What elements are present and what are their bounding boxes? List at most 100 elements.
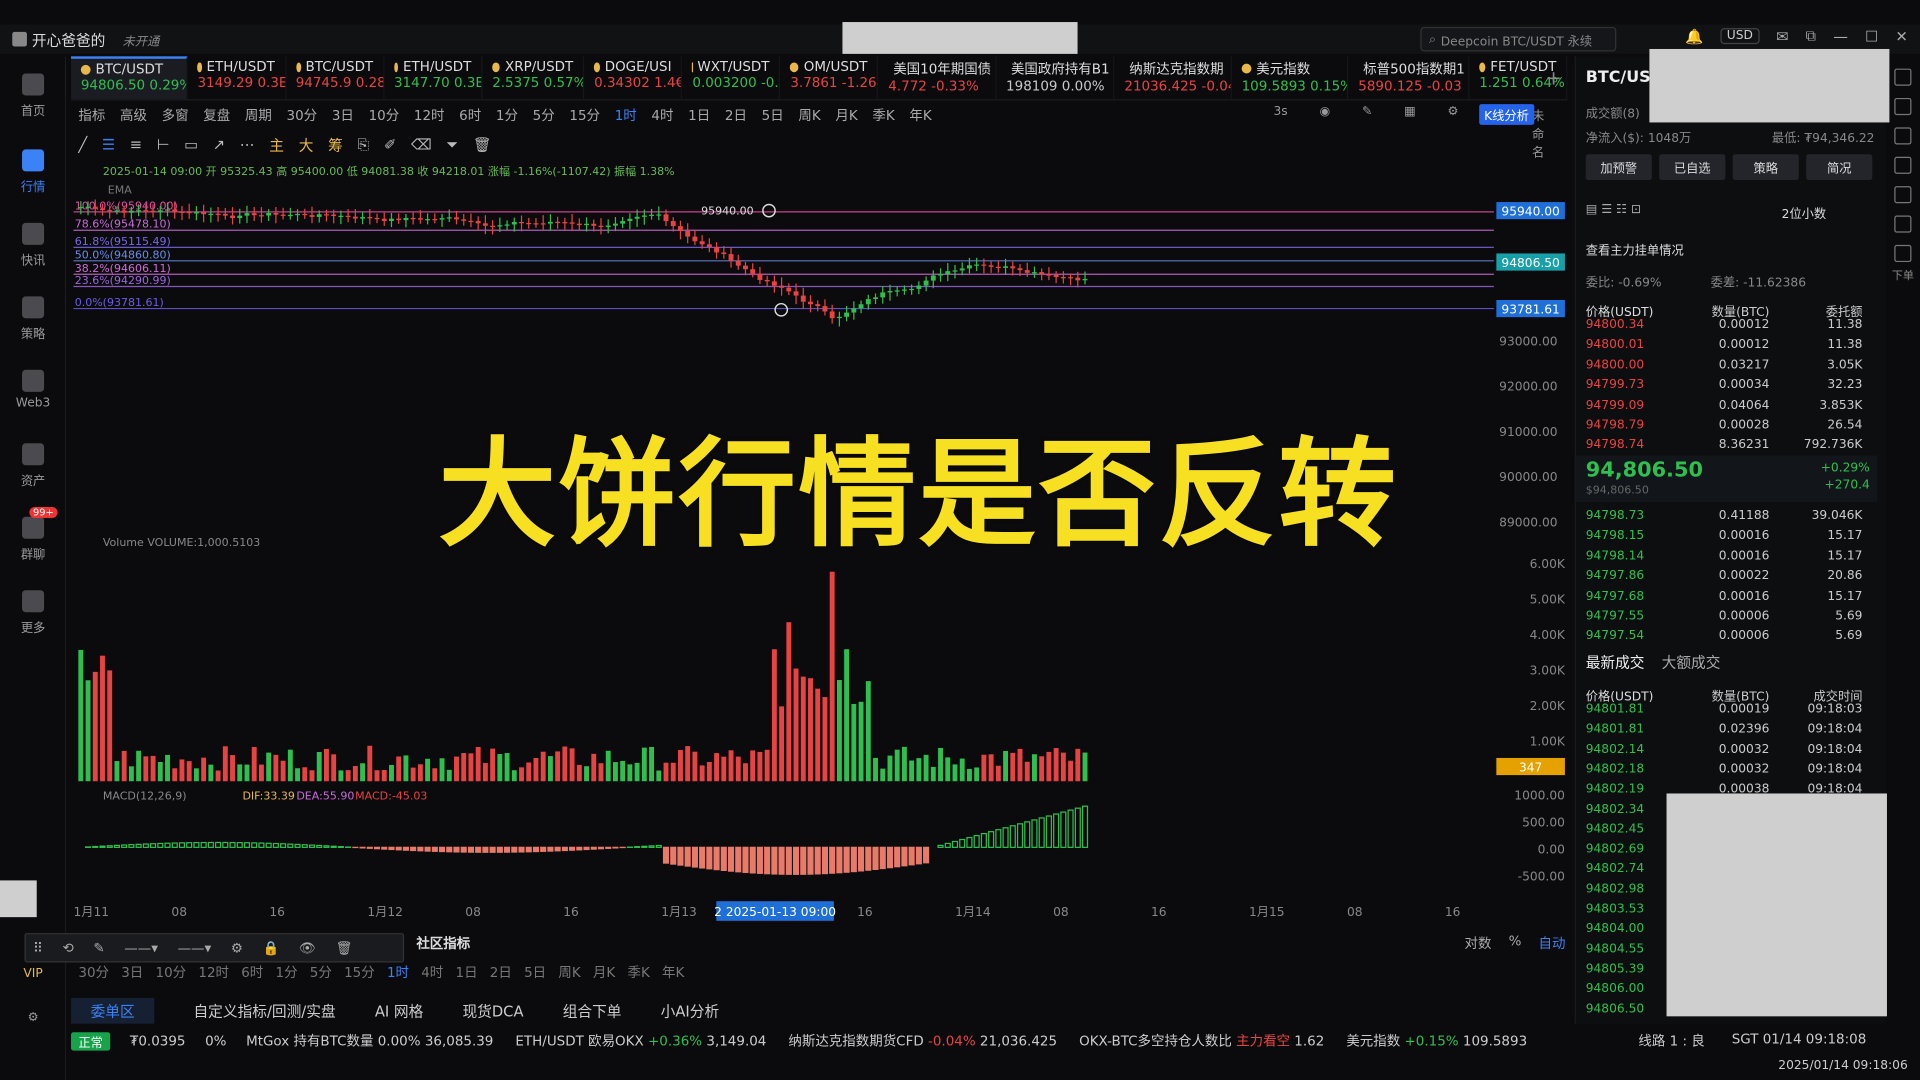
period-option[interactable]: 5日: [762, 105, 784, 125]
search-input[interactable]: ⌕ Deepcoin BTC/USDT 永续: [1420, 26, 1617, 52]
ticker-tab[interactable]: ETH/USDT 3147.70 0.3E: [384, 56, 483, 100]
ticker-tab[interactable]: 美国政府持有B1 198109 0.00%: [996, 56, 1115, 100]
order-label[interactable]: 下单: [1886, 267, 1920, 283]
orderbook-row[interactable]: 94797.86 0.00022 20.86: [1586, 570, 1863, 590]
lock-icon[interactable]: 🔒: [263, 940, 280, 956]
community-indicators[interactable]: 社区指标: [416, 933, 470, 953]
channel-tool-icon[interactable]: ≡: [130, 136, 142, 153]
nav-vip[interactable]: VIP: [0, 967, 66, 980]
period-option[interactable]: 2日: [725, 105, 747, 125]
panel-button[interactable]: 加预警: [1585, 154, 1652, 181]
close-icon[interactable]: ✕: [1895, 28, 1907, 45]
layout-name[interactable]: 未命名: [1532, 105, 1553, 160]
period-option[interactable]: 12时: [414, 105, 445, 125]
pencil-icon[interactable]: ✎: [93, 940, 104, 956]
log-scale-button[interactable]: 对数: [1465, 933, 1492, 953]
ticker-tab[interactable]: OM/USDT 3.7861 -1.26: [781, 56, 879, 100]
period-button[interactable]: 周期: [245, 105, 272, 125]
eye-icon[interactable]: 👁: [299, 940, 316, 956]
sub-period-option[interactable]: 1日: [456, 962, 478, 982]
nav-news[interactable]: 快讯: [0, 222, 66, 268]
big-indicator-button[interactable]: 大: [299, 134, 314, 155]
period-option[interactable]: 1时: [615, 105, 637, 125]
footer-ticker[interactable]: ETH/USDT 欧易OKX +0.36% 3,149.04: [515, 1031, 766, 1051]
minimize-icon[interactable]: —: [1833, 28, 1848, 45]
main-orders-link[interactable]: 查看主力挂单情况: [1586, 240, 1684, 258]
bar-chart-icon[interactable]: [1894, 186, 1912, 204]
sub-period-option[interactable]: 年K: [662, 962, 684, 982]
more-tools-icon[interactable]: ⋯: [240, 136, 255, 153]
nav-home[interactable]: 首页: [0, 73, 66, 119]
filter-icon[interactable]: ⏷: [446, 135, 458, 153]
user-area[interactable]: 开心爸爸的 未开通: [0, 29, 159, 50]
line-width-icon[interactable]: ——▾: [178, 940, 212, 956]
ticker-tab[interactable]: BTC/USDT 94745.9 0.28: [286, 56, 385, 100]
orderbook-row[interactable]: 94797.55 0.00006 5.69: [1586, 610, 1863, 630]
copy-icon[interactable]: ⎘: [358, 135, 370, 153]
list-icon[interactable]: [1894, 68, 1912, 86]
ticker-tab[interactable]: 纳斯达克指数期 21036.425 -0.04: [1115, 56, 1232, 100]
sub-period-option[interactable]: 周K: [558, 962, 580, 982]
popout-icon[interactable]: ⧉: [1806, 27, 1817, 45]
bottom-tab[interactable]: 组合下单: [563, 1000, 622, 1021]
indicators-button[interactable]: 指标: [78, 105, 105, 125]
sub-period-option[interactable]: 月K: [593, 962, 615, 982]
replay-button[interactable]: 复盘: [203, 105, 230, 125]
bell-icon[interactable]: 🔔: [1685, 28, 1703, 45]
sub-period-option[interactable]: 12时: [198, 962, 229, 982]
orderbook-row[interactable]: 94798.79 0.00028 26.54: [1586, 419, 1863, 439]
sub-period-option[interactable]: 15分: [344, 962, 375, 982]
bottom-tab[interactable]: 委单区: [71, 997, 155, 1024]
period-option[interactable]: 6时: [459, 105, 481, 125]
bottom-tab[interactable]: 小AI分析: [661, 1000, 719, 1021]
drag-handle-icon[interactable]: ⠿: [33, 940, 43, 956]
period-option[interactable]: 季K: [872, 105, 894, 125]
bottom-tab[interactable]: AI 网格: [375, 1000, 423, 1021]
tab-large-trades[interactable]: 大额成交: [1662, 651, 1721, 672]
brush-icon[interactable]: ✐: [384, 136, 396, 153]
bottom-tab[interactable]: 现货DCA: [462, 1000, 523, 1021]
orderbook-row[interactable]: 94797.68 0.00016 15.17: [1586, 590, 1863, 610]
period-option[interactable]: 10分: [369, 105, 400, 125]
sub-period-option[interactable]: 5日: [524, 962, 546, 982]
orderbook-row[interactable]: 94799.73 0.00034 32.23: [1586, 379, 1863, 399]
nav-strategy[interactable]: 策略: [0, 296, 66, 342]
sub-period-option[interactable]: 2日: [490, 962, 512, 982]
gear-icon[interactable]: ⚙: [1448, 105, 1459, 160]
currency-select[interactable]: USD: [1720, 28, 1760, 45]
sub-period-option[interactable]: 季K: [627, 962, 649, 982]
period-option[interactable]: 5分: [533, 105, 555, 125]
orderbook-row[interactable]: 94800.01 0.00012 11.38: [1586, 338, 1863, 358]
document-icon[interactable]: [1894, 97, 1912, 116]
sub-period-option[interactable]: 5分: [310, 962, 332, 982]
arrow-tool-icon[interactable]: ↗: [213, 136, 225, 153]
card-icon[interactable]: [1894, 215, 1912, 233]
main-indicator-button[interactable]: 主: [269, 134, 284, 155]
sub-period-option[interactable]: 10分: [156, 962, 187, 982]
nav-more[interactable]: 更多: [0, 590, 66, 636]
dollar-icon[interactable]: [1894, 127, 1912, 145]
kline-analysis-button[interactable]: K线分析: [1479, 104, 1534, 125]
period-option[interactable]: 月K: [835, 105, 857, 125]
orderbook-row[interactable]: 94797.54 0.00006 5.69: [1586, 630, 1863, 650]
period-option[interactable]: 30分: [287, 105, 318, 125]
trash-icon[interactable]: 🗑: [473, 136, 492, 153]
maximize-icon[interactable]: ☐: [1865, 28, 1878, 45]
period-option[interactable]: 3日: [332, 105, 354, 125]
erase-icon[interactable]: ⌫: [411, 136, 432, 153]
footer-ticker[interactable]: 美元指数 +0.15% 109.5893: [1346, 1031, 1527, 1051]
footer-ticker[interactable]: OKX-BTC多空持仓人数比 主力看空 1.62: [1079, 1031, 1324, 1051]
settings-small-icon[interactable]: ⚙: [231, 940, 243, 956]
pen-icon[interactable]: ✎: [1362, 105, 1372, 160]
sub-period-option[interactable]: 1分: [276, 962, 298, 982]
ticker-tab[interactable]: ETH/USDT 3149.29 0.3E: [188, 56, 286, 100]
orderbook-row[interactable]: 94798.73 0.41188 39.046K: [1586, 509, 1863, 529]
period-option[interactable]: 4时: [651, 105, 673, 125]
multi-window-button[interactable]: 多窗: [162, 105, 189, 125]
panel-button[interactable]: 简况: [1806, 154, 1873, 181]
sub-period-option[interactable]: 3日: [121, 962, 143, 982]
auto-scale-button[interactable]: 自动: [1539, 933, 1566, 953]
orderbook-row[interactable]: 94800.00 0.03217 3.05K: [1586, 359, 1863, 379]
ticker-tab[interactable]: 标普500指数期1 5890.125 -0.03: [1348, 56, 1470, 100]
settings-icon[interactable]: ⚙: [0, 1011, 66, 1024]
